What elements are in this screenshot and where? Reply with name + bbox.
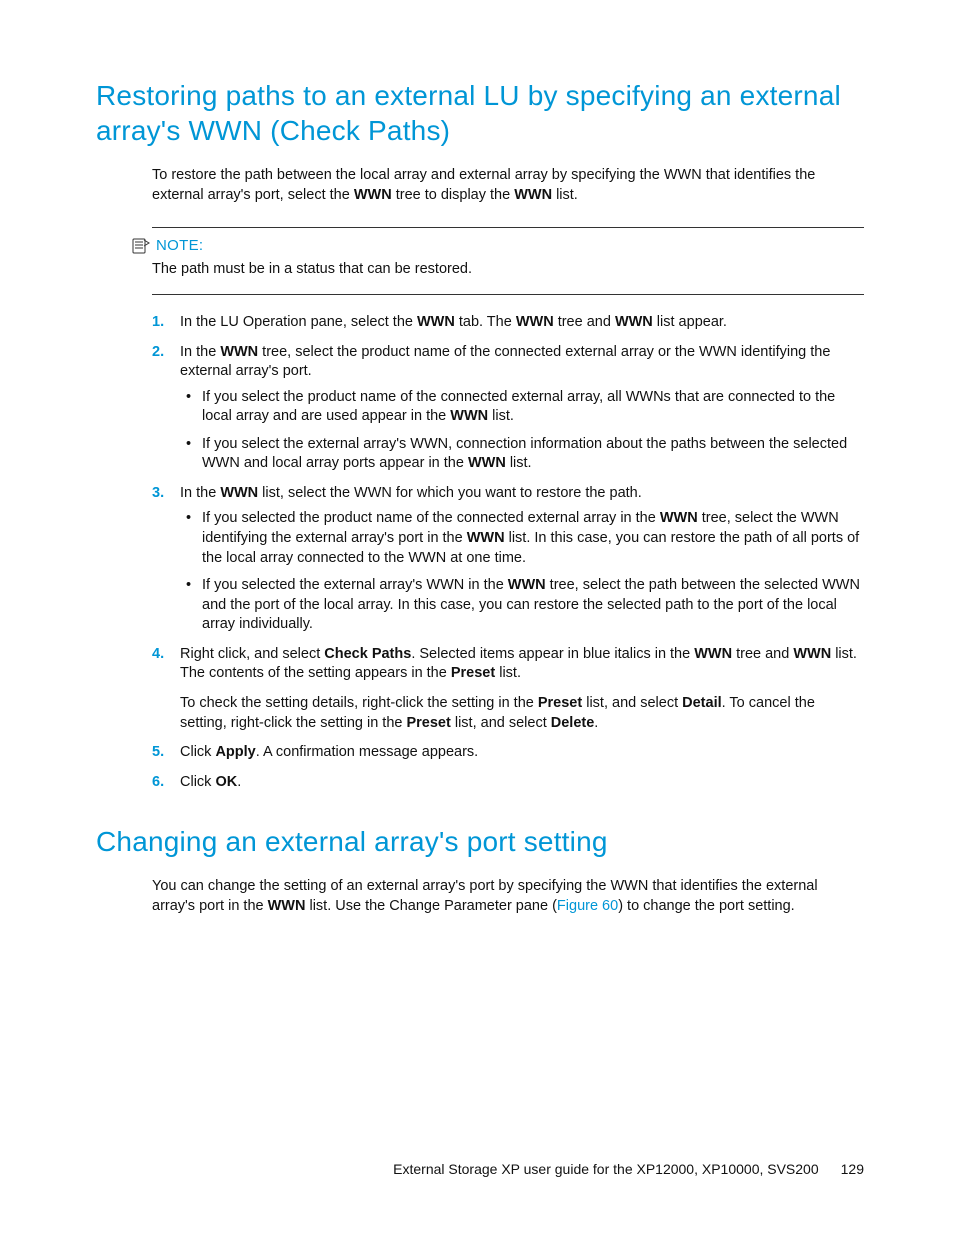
list-item: If you select the product name of the co…: [180, 388, 864, 427]
bold-detail: Detail: [682, 695, 722, 711]
text: If you selected the external array's WWN…: [202, 577, 508, 593]
text: Right click, and select: [180, 646, 324, 662]
page-footer: External Storage XP user guide for the X…: [393, 1160, 864, 1179]
text: .: [594, 715, 598, 731]
list-item: In the WWN tree, select the product name…: [152, 343, 864, 474]
list-item: Click OK.: [152, 773, 864, 793]
note-icon: [132, 238, 150, 254]
text: list, and select: [582, 695, 682, 711]
footer-title: External Storage XP user guide for the X…: [393, 1160, 818, 1179]
bold-wwn: WWN: [354, 187, 392, 203]
intro-paragraph: To restore the path between the local ar…: [152, 166, 864, 205]
text: list, and select: [451, 715, 551, 731]
text: tab. The: [455, 314, 516, 330]
bold-wwn: WWN: [220, 485, 258, 501]
text: In the LU Operation pane, select the: [180, 314, 417, 330]
text: list appear.: [653, 314, 727, 330]
bold-wwn: WWN: [516, 314, 554, 330]
list-item: Right click, and select Check Paths. Sel…: [152, 645, 864, 733]
bold-check-paths: Check Paths: [324, 646, 411, 662]
text: tree to display the: [392, 187, 515, 203]
text: . Selected items appear in blue italics …: [411, 646, 694, 662]
text: In the: [180, 485, 220, 501]
text: To check the setting details, right-clic…: [180, 695, 538, 711]
note-rule-bottom: [152, 294, 864, 295]
text: .: [237, 774, 241, 790]
list-item: If you select the external array's WWN, …: [180, 435, 864, 474]
bold-delete: Delete: [551, 715, 595, 731]
text: list.: [552, 187, 578, 203]
list-item: If you selected the product name of the …: [180, 509, 864, 568]
text: tree and: [554, 314, 615, 330]
section-heading-restoring-paths: Restoring paths to an external LU by spe…: [96, 78, 864, 148]
bold-wwn: WWN: [793, 646, 831, 662]
bold-wwn: WWN: [615, 314, 653, 330]
list-item: If you selected the external array's WWN…: [180, 576, 864, 635]
text: . A confirmation message appears.: [256, 744, 478, 760]
text: If you selected the product name of the …: [202, 510, 660, 526]
bold-apply: Apply: [215, 744, 255, 760]
text: list.: [488, 408, 514, 424]
note-header: NOTE:: [132, 236, 864, 256]
bold-preset: Preset: [538, 695, 582, 711]
page-number: 129: [841, 1160, 864, 1179]
bold-preset: Preset: [451, 665, 495, 681]
text: Click: [180, 774, 215, 790]
bold-wwn: WWN: [660, 510, 698, 526]
bold-wwn: WWN: [417, 314, 455, 330]
text: tree and: [732, 646, 793, 662]
procedure-list: In the LU Operation pane, select the WWN…: [152, 313, 864, 792]
text: list.: [495, 665, 521, 681]
note-body: The path must be in a status that can be…: [152, 260, 864, 280]
bold-wwn: WWN: [514, 187, 552, 203]
text: list, select the WWN for which you want …: [258, 485, 642, 501]
text: list. Use the Change Parameter pane (: [305, 898, 556, 914]
sub-list: If you select the product name of the co…: [180, 388, 864, 474]
note-rule-top: [152, 227, 864, 228]
section2-body: You can change the setting of an externa…: [152, 877, 864, 916]
list-item: In the WWN list, select the WWN for whic…: [152, 484, 864, 635]
text: tree, select the product name of the con…: [180, 344, 830, 380]
bold-wwn: WWN: [268, 898, 306, 914]
document-page: Restoring paths to an external LU by spe…: [0, 0, 954, 1235]
section-heading-changing-port: Changing an external array's port settin…: [96, 824, 864, 859]
bold-wwn: WWN: [220, 344, 258, 360]
bold-wwn: WWN: [508, 577, 546, 593]
figure-link[interactable]: Figure 60: [557, 898, 618, 914]
bold-wwn: WWN: [467, 530, 505, 546]
bold-wwn: WWN: [468, 455, 506, 471]
text: If you select the product name of the co…: [202, 389, 835, 425]
sub-list: If you selected the product name of the …: [180, 509, 864, 634]
section2-paragraph: You can change the setting of an externa…: [152, 877, 864, 916]
bold-ok: OK: [215, 774, 237, 790]
bold-preset: Preset: [406, 715, 450, 731]
text: Click: [180, 744, 215, 760]
note-label: NOTE:: [156, 236, 203, 256]
bold-wwn: WWN: [694, 646, 732, 662]
section1-body: To restore the path between the local ar…: [152, 166, 864, 792]
list-item: Click Apply. A confirmation message appe…: [152, 743, 864, 763]
step4-subparagraph: To check the setting details, right-clic…: [180, 694, 864, 733]
bold-wwn: WWN: [450, 408, 488, 424]
text: In the: [180, 344, 220, 360]
text: ) to change the port setting.: [618, 898, 795, 914]
text: list.: [506, 455, 532, 471]
list-item: In the LU Operation pane, select the WWN…: [152, 313, 864, 333]
